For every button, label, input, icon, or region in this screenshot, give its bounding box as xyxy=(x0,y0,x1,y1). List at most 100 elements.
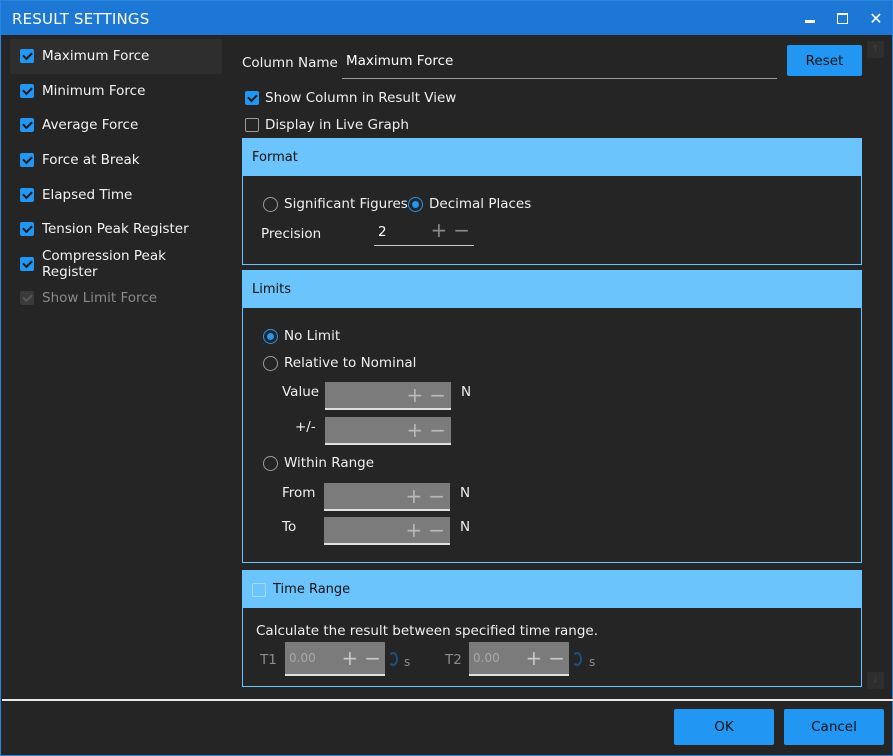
show-column-checkbox[interactable]: Show Column in Result View xyxy=(245,90,456,106)
plus-icon[interactable]: + xyxy=(406,420,423,440)
minus-icon[interactable]: − xyxy=(429,385,446,405)
sidebar-item-maximum-force[interactable]: Maximum Force xyxy=(10,39,222,74)
display-live-graph-label: Display in Live Graph xyxy=(265,117,409,133)
to-stepper[interactable]: + − xyxy=(324,517,450,545)
maximize-icon[interactable] xyxy=(831,7,853,29)
precision-stepper[interactable]: 2 + − xyxy=(374,219,474,246)
minimize-icon[interactable] xyxy=(799,7,821,29)
checkbox-icon[interactable] xyxy=(245,118,259,132)
decimal-places-radio[interactable]: Decimal Places xyxy=(408,196,531,212)
sidebar-item-force-at-break[interactable]: Force at Break xyxy=(10,143,222,178)
to-unit: N xyxy=(460,519,471,535)
sidebar-item-label: Minimum Force xyxy=(42,82,146,99)
t1-value[interactable]: 0.00 xyxy=(289,651,316,665)
close-icon[interactable]: ✕ xyxy=(865,7,887,29)
checkbox-icon[interactable] xyxy=(245,91,259,105)
format-header: Format xyxy=(243,139,861,176)
show-column-label: Show Column in Result View xyxy=(265,90,457,106)
sidebar-item-tension-peak-register[interactable]: Tension Peak Register xyxy=(10,212,222,247)
minus-icon[interactable]: − xyxy=(429,420,446,440)
checkbox-icon[interactable] xyxy=(20,83,34,98)
sidebar-item-label: Compression Peak Register xyxy=(42,247,166,280)
reset-button[interactable]: Reset xyxy=(787,45,862,76)
plus-icon[interactable]: + xyxy=(406,385,423,405)
plus-icon[interactable]: + xyxy=(430,220,447,240)
link-icon[interactable] xyxy=(388,652,398,666)
value-label: Value xyxy=(282,384,320,400)
time-range-header[interactable]: Time Range xyxy=(243,571,861,608)
minus-icon[interactable]: − xyxy=(428,520,445,540)
precision-value[interactable]: 2 xyxy=(378,224,387,240)
plus-icon[interactable]: + xyxy=(405,520,422,540)
checkbox-icon[interactable] xyxy=(20,187,34,202)
t1-unit: s xyxy=(404,655,411,669)
radio-icon[interactable] xyxy=(263,355,278,371)
sidebar-item-minimum-force[interactable]: Minimum Force xyxy=(10,74,222,109)
decimal-places-label: Decimal Places xyxy=(429,196,532,212)
t1-stepper[interactable]: 0.00 + − xyxy=(285,642,385,676)
sidebar-item-label: Elapsed Time xyxy=(42,186,133,203)
scroll-down-button[interactable]: ↓ xyxy=(867,672,884,689)
minus-icon[interactable]: − xyxy=(364,648,381,668)
footer-divider xyxy=(2,699,893,701)
scroll-up-button[interactable]: ↑ xyxy=(867,41,884,58)
checkbox-icon[interactable] xyxy=(20,153,34,168)
radio-icon[interactable] xyxy=(263,196,278,212)
sidebar-item-label: Maximum Force xyxy=(42,48,150,65)
radio-selected-icon[interactable] xyxy=(263,328,278,344)
to-label: To xyxy=(282,519,297,535)
time-range-panel: Time Range Calculate the result between … xyxy=(242,570,862,687)
relative-to-nominal-radio[interactable]: Relative to Nominal xyxy=(263,355,416,371)
sidebar-item-label: Show Limit Force xyxy=(42,290,158,307)
t2-value[interactable]: 0.00 xyxy=(473,651,500,665)
t2-stepper[interactable]: 0.00 + − xyxy=(469,642,569,676)
column-name-field[interactable] xyxy=(342,47,777,79)
sidebar-item-elapsed-time[interactable]: Elapsed Time xyxy=(10,177,222,212)
t2-unit: s xyxy=(589,655,596,669)
radio-selected-icon[interactable] xyxy=(408,196,423,212)
time-range-body: Calculate the result between specified t… xyxy=(243,608,861,686)
time-range-checkbox[interactable] xyxy=(252,582,266,597)
minus-icon[interactable]: − xyxy=(453,220,470,240)
plus-icon[interactable]: + xyxy=(525,648,542,668)
within-range-radio[interactable]: Within Range xyxy=(263,455,374,471)
sidebar-item-show-limit-force: Show Limit Force xyxy=(10,281,222,316)
no-limit-radio[interactable]: No Limit xyxy=(263,328,340,344)
value-stepper[interactable]: + − xyxy=(325,382,451,410)
checkbox-icon xyxy=(20,291,34,306)
plusminus-stepper[interactable]: + − xyxy=(325,417,451,445)
sidebar-item-average-force[interactable]: Average Force xyxy=(10,108,222,143)
display-live-graph-checkbox[interactable]: Display in Live Graph xyxy=(245,117,409,133)
sidebar-item-compression-peak-register[interactable]: Compression Peak Register xyxy=(10,247,222,282)
from-stepper[interactable]: + − xyxy=(324,483,450,511)
minus-icon[interactable]: − xyxy=(548,648,565,668)
relative-to-nominal-label: Relative to Nominal xyxy=(284,355,417,371)
plus-icon[interactable]: + xyxy=(341,648,358,668)
limits-panel: Limits No Limit Relative to Nominal Valu… xyxy=(242,270,862,563)
t2-label: T2 xyxy=(445,652,462,668)
plus-icon[interactable]: + xyxy=(405,486,422,506)
sidebar-item-label: Tension Peak Register xyxy=(42,221,189,238)
significant-figures-label: Significant Figures xyxy=(284,196,408,212)
link-icon[interactable] xyxy=(572,652,582,666)
format-panel: Format Significant Figures Decimal Place… xyxy=(242,138,862,265)
value-unit: N xyxy=(461,384,472,400)
cancel-button[interactable]: Cancel xyxy=(784,709,884,745)
ok-button[interactable]: OK xyxy=(674,709,774,745)
time-range-label: Time Range xyxy=(273,582,351,597)
checkbox-icon[interactable] xyxy=(20,256,34,271)
minus-icon[interactable]: − xyxy=(428,486,445,506)
column-name-label: Column Name xyxy=(242,55,338,71)
dialog-title: RESULT SETTINGS xyxy=(12,10,150,28)
checkbox-icon[interactable] xyxy=(20,49,34,64)
result-column-list: Maximum Force Minimum Force Average Forc… xyxy=(10,39,222,316)
radio-icon[interactable] xyxy=(263,455,278,471)
t1-label: T1 xyxy=(260,652,277,668)
checkbox-icon[interactable] xyxy=(20,222,34,237)
column-name-input[interactable] xyxy=(346,53,773,69)
checkbox-icon[interactable] xyxy=(20,118,34,133)
arrow-up-icon: ↑ xyxy=(871,44,880,55)
plusminus-label: +/- xyxy=(295,419,316,435)
from-unit: N xyxy=(460,485,471,501)
significant-figures-radio[interactable]: Significant Figures xyxy=(263,196,408,212)
